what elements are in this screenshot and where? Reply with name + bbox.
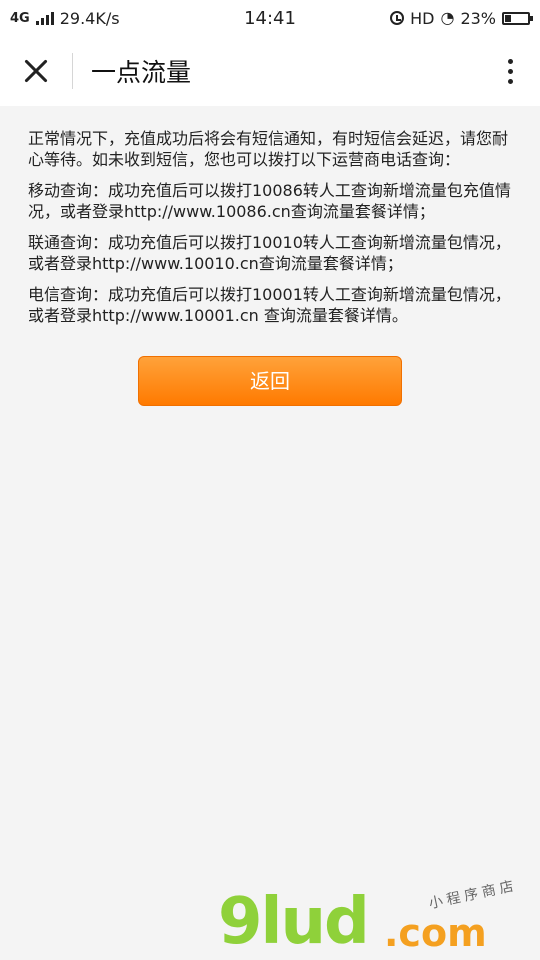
unicom-query-text: 联通查询：成功充值后可以拨打10010转人工查询新增流量包情况，或者登录http… (28, 233, 511, 273)
back-button[interactable]: 返回 (138, 356, 402, 406)
close-icon (23, 58, 49, 84)
watermark-tag: 小程序商店 (427, 877, 519, 913)
hd-label: HD (410, 8, 435, 28)
network-type: 4G (10, 10, 30, 26)
wifi-icon: ◔ (440, 8, 455, 27)
title-divider (72, 53, 73, 89)
network-speed: 29.4K/s (59, 8, 120, 28)
title-bar: 一点流量 (0, 36, 540, 106)
alarm-icon (390, 11, 405, 25)
back-button-wrap: 返回 (28, 356, 512, 406)
status-left: 4G 29.4K/s (10, 9, 120, 28)
page-title: 一点流量 (91, 58, 192, 87)
battery-icon (502, 11, 533, 25)
watermark-logo: 9lud .com 小程序商店 (218, 878, 519, 959)
signal-icon (35, 11, 54, 25)
intro-text: 正常情况下，充值成功后将会有短信通知，有时短信会延迟，请您耐心等待。如未收到短信… (28, 129, 509, 169)
mobile-query-text: 移动查询：成功充值后可以拨打10086转人工查询新增流量包充值情况，或者登录ht… (28, 181, 511, 221)
more-icon (507, 58, 513, 84)
watermark-domain: .com (384, 911, 487, 955)
status-right: HD ◔ 23% (390, 8, 533, 28)
close-button[interactable] (0, 36, 72, 106)
status-bar: 4G 29.4K/s 14:41 HD ◔ 23% (0, 0, 540, 36)
telecom-query-text: 电信查询：成功充值后可以拨打10001转人工查询新增流量包情况，或者登录http… (28, 285, 511, 325)
battery-percent: 23% (460, 8, 496, 28)
screen: 4G 29.4K/s 14:41 HD ◔ 23% 一点流量 正常情况下，充值成… (0, 0, 540, 960)
watermark-brand: 9lud (218, 885, 370, 959)
more-button[interactable] (480, 36, 540, 106)
content: 正常情况下，充值成功后将会有短信通知，有时短信会延迟，请您耐心等待。如未收到短信… (0, 106, 540, 406)
